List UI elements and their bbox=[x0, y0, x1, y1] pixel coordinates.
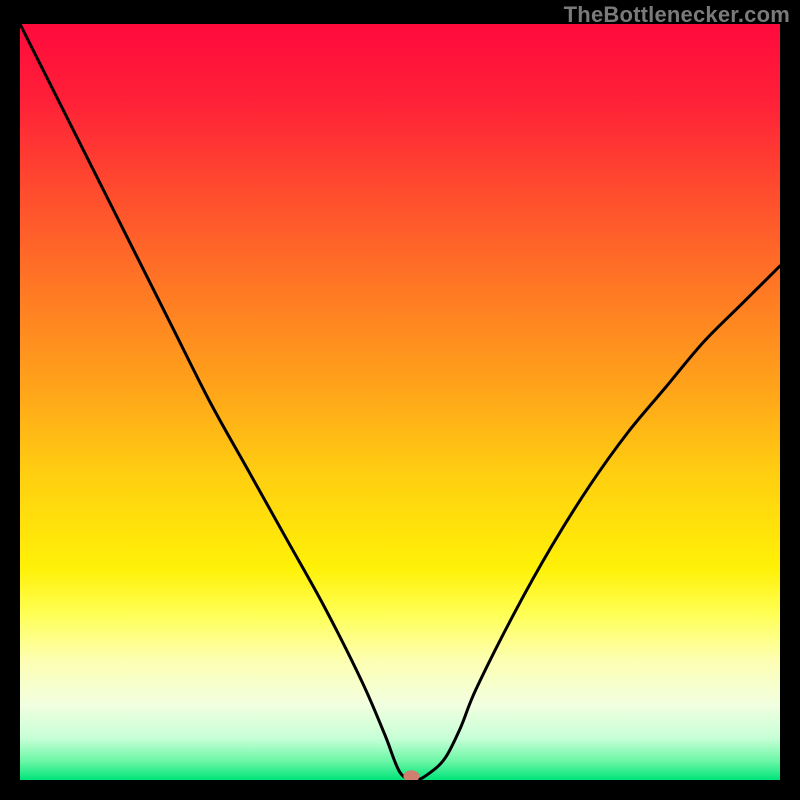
gradient-background bbox=[20, 24, 780, 780]
watermark-text: TheBottlenecker.com bbox=[564, 2, 790, 28]
bottleneck-chart bbox=[20, 24, 780, 780]
plot-area bbox=[20, 24, 780, 780]
chart-frame: TheBottlenecker.com bbox=[0, 0, 800, 800]
